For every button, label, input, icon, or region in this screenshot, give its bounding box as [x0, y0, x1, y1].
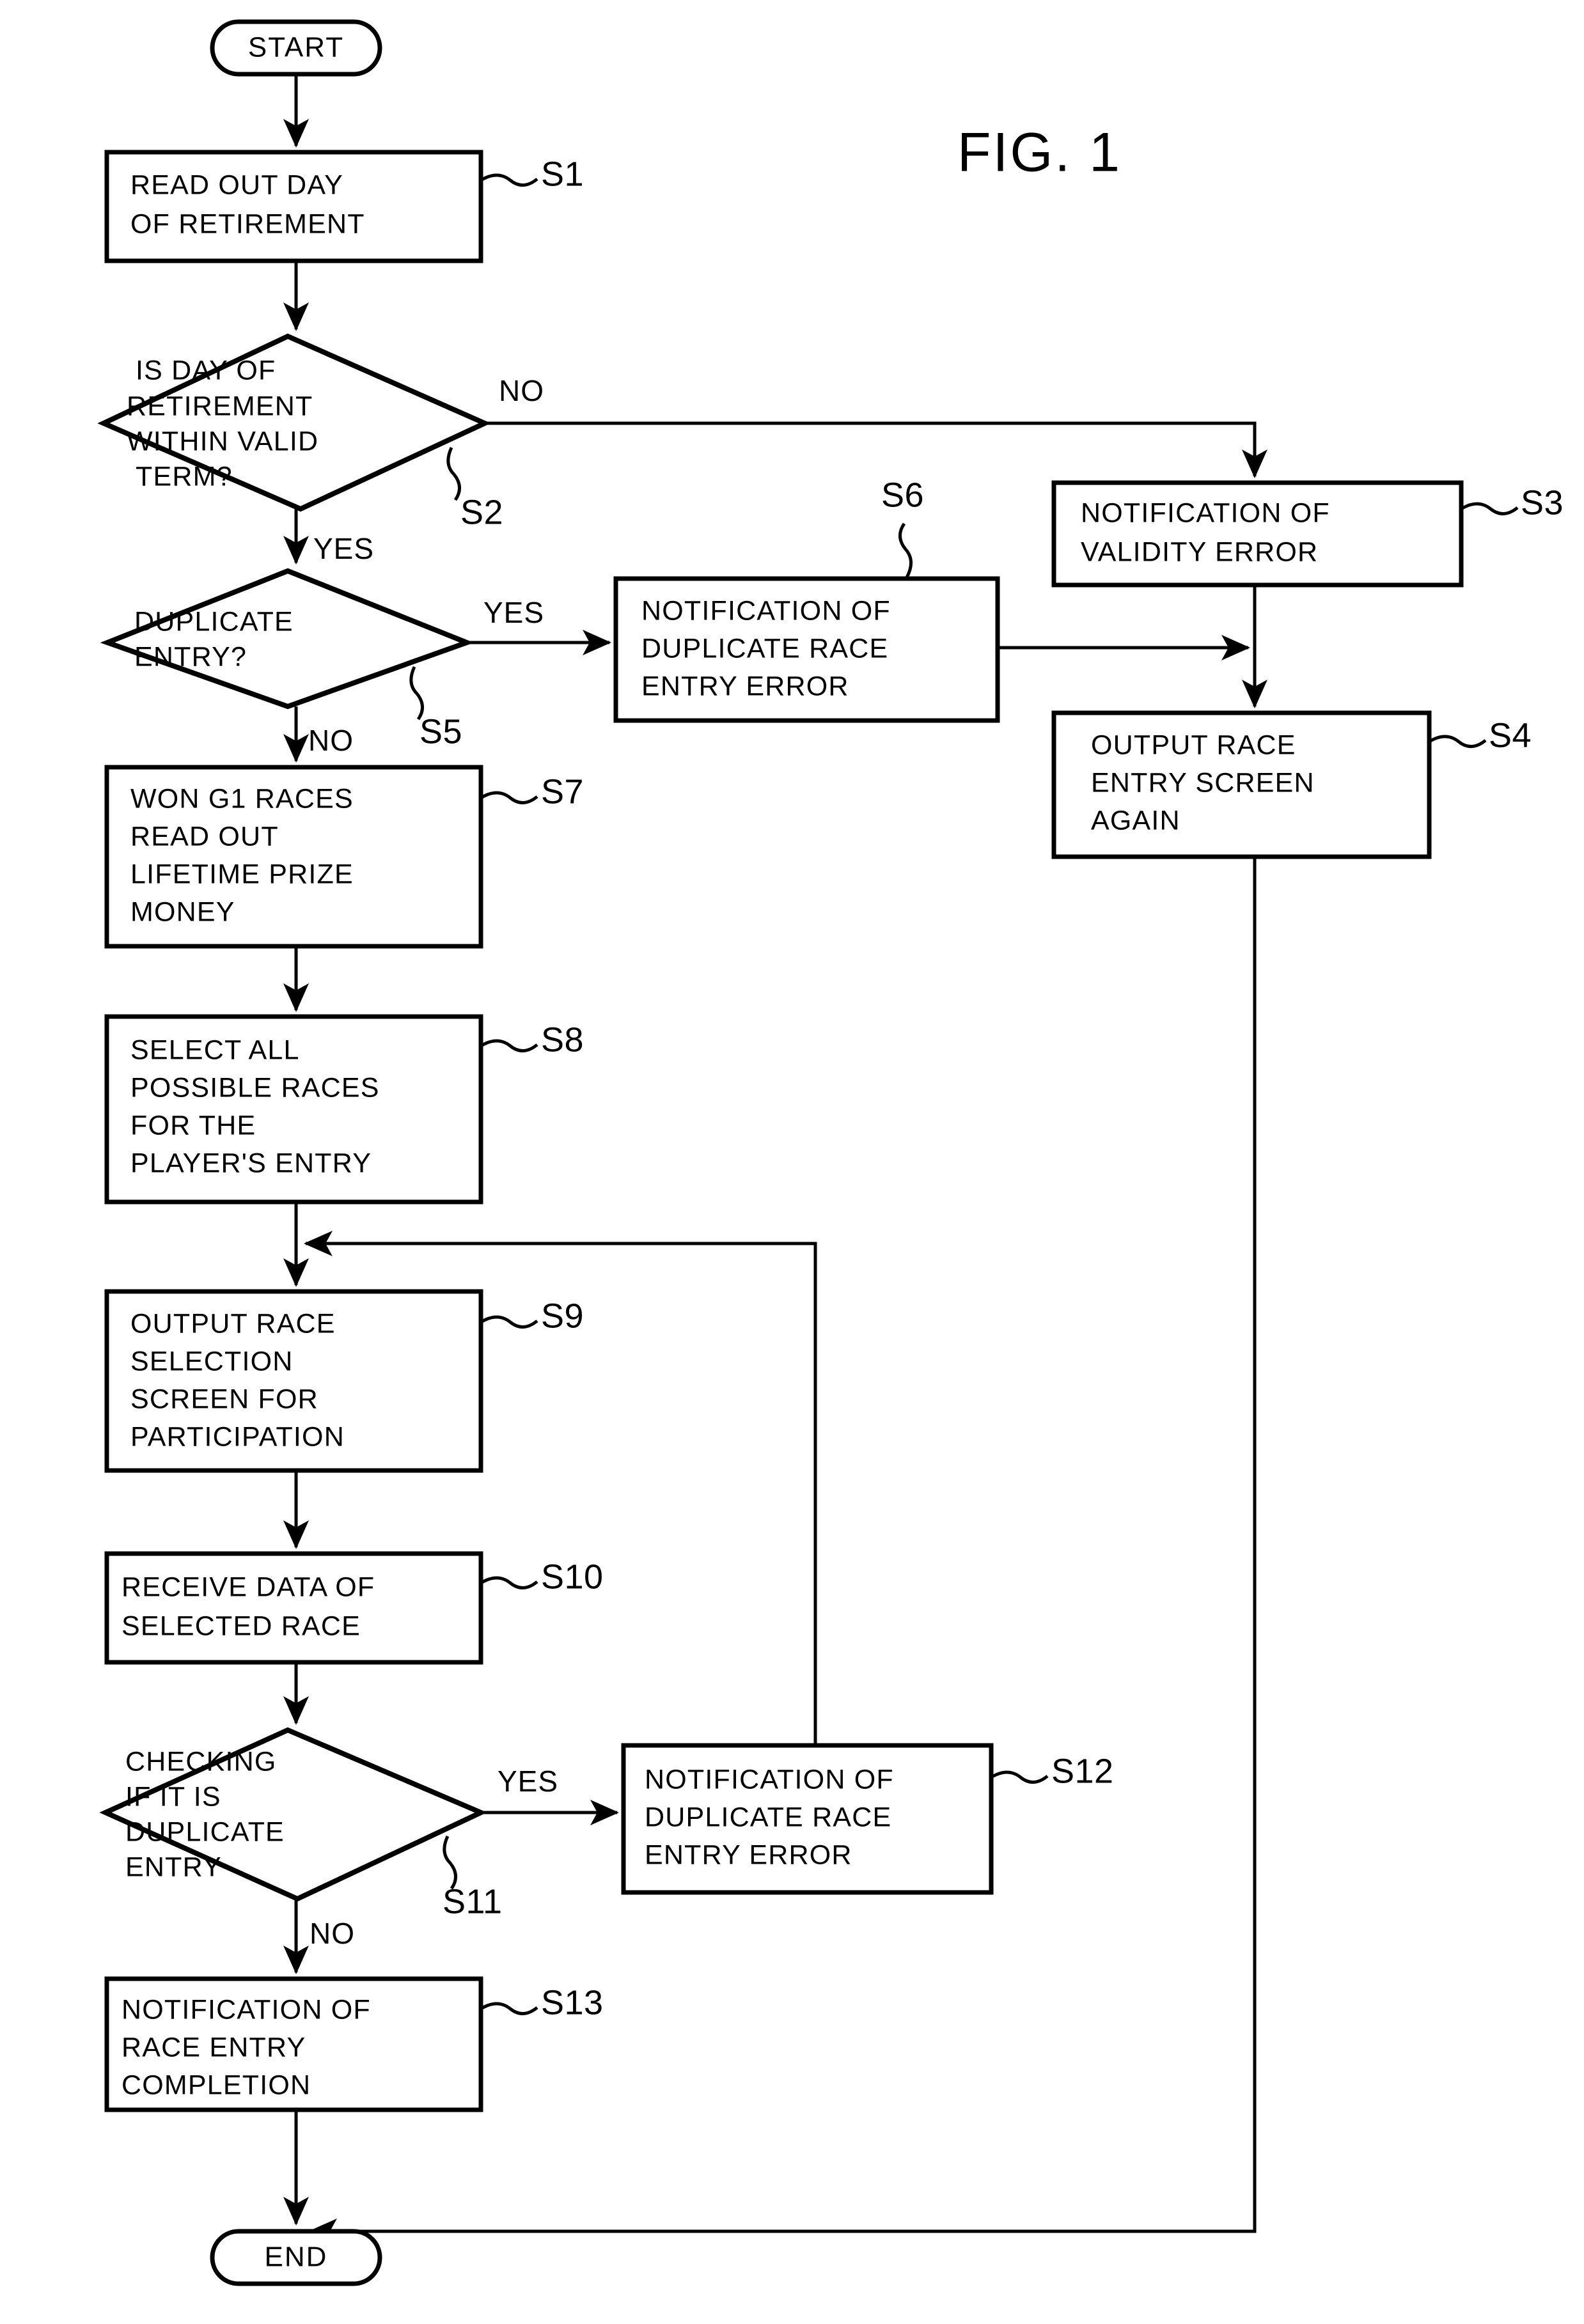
s9-line-4: PARTICIPATION: [130, 1421, 345, 1452]
s10-line-2: SELECTED RACE: [122, 1610, 361, 1641]
node-s12: NOTIFICATION OF DUPLICATE RACE ENTRY ERR…: [621, 1743, 1114, 1895]
s5-leader-line: [409, 666, 424, 721]
s10-leader-line: [480, 1576, 538, 1589]
flowchart-svg: FIG. 1 START READ OUT DAY OF RETIREMENT …: [97, 19, 1564, 2286]
node-s9: OUTPUT RACE SELECTION SCREEN FOR PARTICI…: [104, 1289, 584, 1473]
s11-line-4: ENTRY: [125, 1852, 222, 1882]
s12-leader-line: [990, 1770, 1049, 1784]
s6-line-1: NOTIFICATION OF: [641, 595, 891, 626]
s6-step-label: S6: [881, 476, 924, 514]
s3-line-1: NOTIFICATION OF: [1081, 497, 1330, 528]
node-s1: READ OUT DAY OF RETIREMENT S1: [104, 150, 584, 263]
s13-line-1: NOTIFICATION OF: [122, 1994, 371, 2025]
s7-step-label: S7: [541, 772, 584, 811]
figure-canvas: FIG. 1 START READ OUT DAY OF RETIREMENT …: [0, 0, 1584, 2324]
s2-step-label: S2: [460, 493, 503, 531]
s10-step-label: S10: [541, 1557, 604, 1596]
s8-line-1: SELECT ALL: [130, 1034, 300, 1065]
s7-line-1: WON G1 RACES: [130, 783, 354, 814]
s7-line-2: READ OUT: [130, 821, 279, 852]
s9-step-label: S9: [541, 1297, 584, 1335]
s2-line-3: WITHIN VALID: [127, 426, 318, 456]
s2-line-1: IS DAY OF: [136, 355, 276, 386]
node-s4: OUTPUT RACE ENTRY SCREEN AGAIN S4: [1051, 710, 1532, 859]
s1-leader-line: [480, 173, 538, 187]
s9-line-1: OUTPUT RACE: [130, 1308, 336, 1339]
s5-no-label: NO: [308, 724, 354, 757]
terminal-end: END: [210, 2229, 382, 2286]
s13-leader-line: [480, 2002, 538, 2015]
node-s8: SELECT ALL POSSIBLE RACES FOR THE PLAYER…: [104, 1014, 584, 1205]
s4-leader-line: [1428, 735, 1487, 748]
start-label: START: [248, 32, 344, 63]
s1-step-label: S1: [541, 155, 584, 193]
s2-leader-line: [446, 446, 461, 501]
s3-step-label: S3: [1521, 483, 1564, 522]
s1-box: [104, 150, 483, 263]
s11-line-1: CHECKING: [125, 1746, 277, 1777]
s11-line-3: DUPLICATE: [125, 1816, 285, 1847]
s9-leader-line: [480, 1315, 538, 1329]
s9-line-2: SELECTION: [130, 1346, 294, 1376]
s13-step-label: S13: [541, 1983, 604, 2022]
s5-line-1: DUPLICATE: [134, 606, 294, 637]
node-s7: WON G1 RACES READ OUT LIFETIME PRIZE MON…: [104, 765, 584, 949]
s2-no-label: NO: [499, 374, 544, 407]
s4-step-label: S4: [1489, 716, 1532, 754]
s11-no-label: NO: [310, 1917, 355, 1950]
s7-line-3: LIFETIME PRIZE: [130, 859, 354, 889]
node-s3: NOTIFICATION OF VALIDITY ERROR S3: [1051, 480, 1564, 588]
s5-yes-label: YES: [483, 596, 544, 629]
s1-line-2: OF RETIREMENT: [130, 208, 365, 239]
s2-yes-label: YES: [313, 532, 374, 565]
s8-line-2: POSSIBLE RACES: [130, 1072, 380, 1103]
s9-line-3: SCREEN FOR: [130, 1384, 318, 1414]
s6-line-2: DUPLICATE RACE: [641, 633, 888, 664]
s3-leader-line: [1460, 502, 1519, 515]
s8-leader-line: [480, 1039, 538, 1052]
s13-line-2: RACE ENTRY: [122, 2032, 306, 2063]
node-s5: DUPLICATE ENTRY? S5: [100, 568, 474, 751]
s11-line-2: IF IT IS: [125, 1781, 221, 1812]
s4-line-3: AGAIN: [1091, 805, 1180, 836]
s12-line-1: NOTIFICATION OF: [645, 1764, 894, 1795]
node-s11: CHECKING IF IT IS DUPLICATE ENTRY S11: [99, 1727, 503, 1921]
s8-step-label: S8: [541, 1020, 584, 1059]
s4-line-2: ENTRY SCREEN: [1091, 767, 1315, 798]
s10-line-1: RECEIVE DATA OF: [122, 1571, 375, 1602]
s6-line-3: ENTRY ERROR: [641, 671, 849, 701]
s7-leader-line: [480, 791, 538, 804]
s6-leader-line: [898, 522, 913, 579]
node-s10: RECEIVE DATA OF SELECTED RACE S10: [104, 1551, 604, 1665]
s10-box: [104, 1551, 483, 1665]
s3-line-2: VALIDITY ERROR: [1081, 536, 1318, 567]
node-s6: NOTIFICATION OF DUPLICATE RACE ENTRY ERR…: [613, 476, 1000, 723]
s8-line-3: FOR THE: [130, 1110, 256, 1141]
s11-leader-line: [443, 1835, 457, 1890]
s8-line-4: PLAYER'S ENTRY: [130, 1148, 372, 1178]
s12-line-2: DUPLICATE RACE: [645, 1802, 891, 1832]
s12-step-label: S12: [1051, 1752, 1114, 1790]
s5-step-label: S5: [420, 712, 462, 751]
end-label: END: [265, 2242, 328, 2273]
node-s13: NOTIFICATION OF RACE ENTRY COMPLETION S1…: [104, 1976, 604, 2112]
s13-line-3: COMPLETION: [122, 2070, 311, 2100]
s11-yes-label: YES: [498, 1765, 558, 1798]
s5-line-2: ENTRY?: [134, 641, 247, 672]
node-s2: IS DAY OF RETIREMENT WITHIN VALID TERM? …: [97, 333, 503, 531]
s2-line-4: TERM?: [136, 461, 233, 492]
s12-line-3: ENTRY ERROR: [645, 1839, 852, 1870]
s4-line-1: OUTPUT RACE: [1091, 729, 1296, 760]
figure-title: FIG. 1: [957, 122, 1122, 183]
s11-step-label: S11: [443, 1882, 503, 1921]
s2-line-2: RETIREMENT: [127, 391, 313, 421]
s1-line-1: READ OUT DAY: [130, 169, 343, 200]
s7-line-4: MONEY: [130, 896, 235, 927]
connector-s2-no-to-s3: [485, 421, 1267, 479]
terminal-start: START: [210, 19, 382, 77]
